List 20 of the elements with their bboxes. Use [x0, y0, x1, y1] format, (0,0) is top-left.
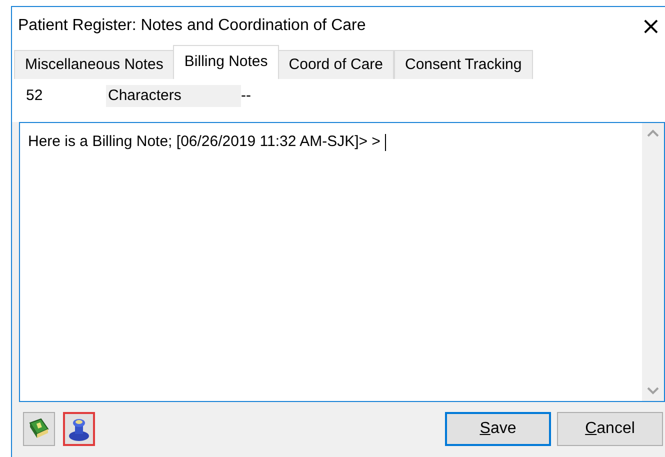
character-count: 52: [26, 86, 44, 106]
close-button[interactable]: ×: [640, 14, 661, 38]
stamp-icon: [67, 416, 91, 442]
book-tool-button[interactable]: [23, 412, 55, 446]
tab[interactable]: Coord of Care: [278, 50, 394, 80]
scroll-down-icon[interactable]: [647, 387, 659, 395]
scroll-up-icon[interactable]: [647, 129, 659, 137]
note-text: Here is a Billing Note; [06/26/2019 11:32 AM-SJK]> >: [28, 133, 382, 150]
dialog-button[interactable]: Cancel: [557, 412, 663, 446]
status-value: --: [241, 86, 251, 106]
scrollbar[interactable]: [642, 123, 664, 401]
book-icon: [27, 417, 51, 441]
dialog-button[interactable]: Save: [445, 412, 551, 446]
characters-label: Characters: [106, 84, 241, 108]
text-cursor: [384, 134, 386, 151]
stamp-tool-button[interactable]: [63, 412, 95, 446]
tab[interactable]: Consent Tracking: [394, 50, 533, 80]
note-field[interactable]: Here is a Billing Note; [06/26/2019 11:32 AM-SJK]> >: [19, 122, 665, 402]
tab[interactable]: Miscellaneous Notes: [14, 50, 174, 80]
window-title: Patient Register: Notes and Coordination of Care: [18, 16, 366, 36]
